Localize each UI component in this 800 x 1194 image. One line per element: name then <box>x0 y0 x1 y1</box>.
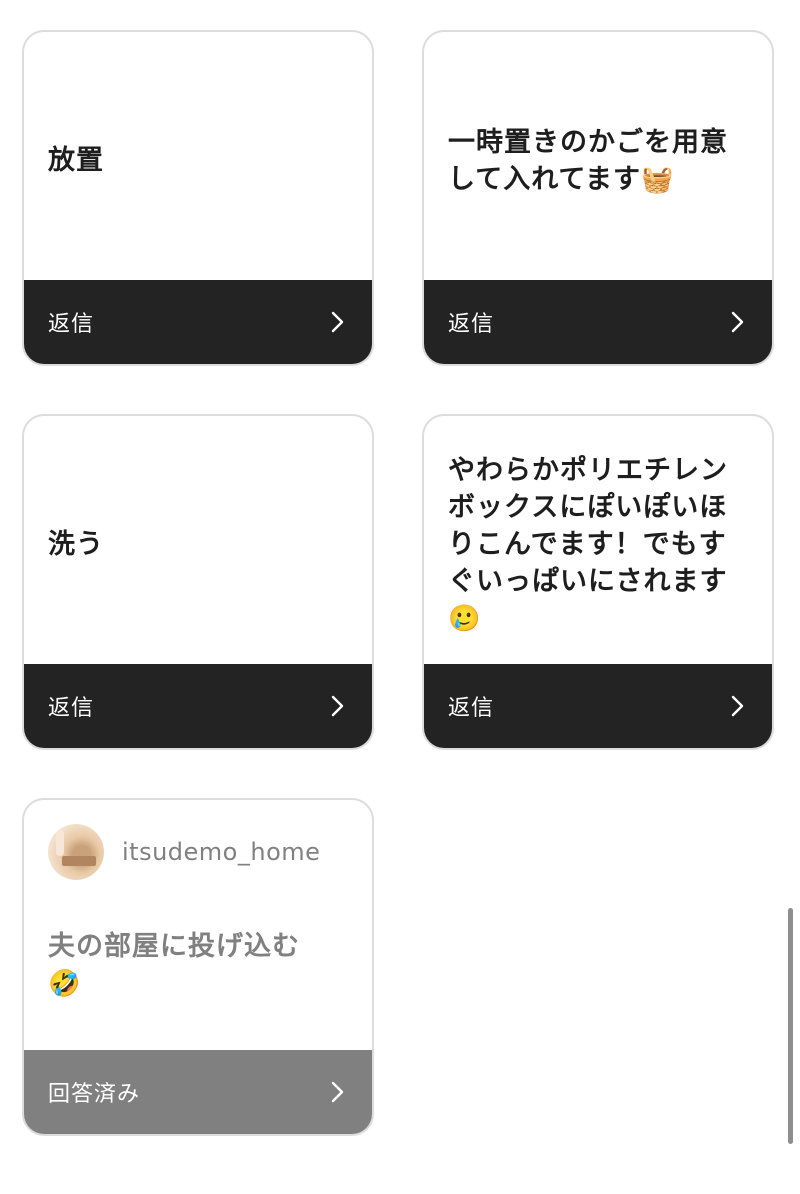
card-text: 夫の部屋に投げ込む 🤣 <box>48 928 352 1003</box>
question-card-3: 洗う 返信 <box>22 414 374 750</box>
username[interactable]: itsudemo_home <box>122 838 320 866</box>
card-text-content: 夫の部屋に投げ込む <box>48 931 300 962</box>
card-emoji: 🥲 <box>448 604 482 634</box>
scrollbar[interactable] <box>788 908 793 1144</box>
card-body: 洗う <box>24 416 372 670</box>
chevron-right-icon <box>331 695 344 717</box>
card-emoji: 🧺 <box>641 164 675 195</box>
question-card-4: やわらかポリエチレンボックスにぽいぽいほりこんでます！でもすぐいっぱいにされます… <box>422 414 774 750</box>
avatar[interactable] <box>48 824 104 880</box>
avatar-lamp-shape <box>56 830 64 856</box>
reply-label: 返信 <box>48 696 95 721</box>
user-row: itsudemo_home <box>48 824 320 880</box>
answered-card: itsudemo_home 夫の部屋に投げ込む 🤣 回答済み <box>22 798 374 1136</box>
card-text: 洗う <box>48 526 104 564</box>
question-card-1: 放置 返信 <box>22 30 374 366</box>
question-card-2: 一時置きのかごを用意して入れてます🧺 返信 <box>422 30 774 366</box>
chevron-right-icon <box>731 311 744 333</box>
reply-label: 返信 <box>448 696 495 721</box>
reply-label: 返信 <box>448 312 495 337</box>
answered-button[interactable]: 回答済み <box>24 1050 372 1134</box>
avatar-table-shape <box>62 856 96 866</box>
reply-label: 返信 <box>48 312 95 337</box>
answered-label: 回答済み <box>48 1082 141 1107</box>
reply-button[interactable]: 返信 <box>24 280 372 364</box>
card-body: 夫の部屋に投げ込む 🤣 <box>48 924 352 1003</box>
chevron-right-icon <box>731 695 744 717</box>
reply-button[interactable]: 返信 <box>424 280 772 364</box>
card-text: 放置 <box>48 142 104 180</box>
card-emoji: 🤣 <box>48 969 82 999</box>
chevron-right-icon <box>331 1081 344 1103</box>
card-text: やわらかポリエチレンボックスにぽいぽいほりこんでます！でもすぐいっぱいにされます… <box>448 452 750 638</box>
card-body: やわらかポリエチレンボックスにぽいぽいほりこんでます！でもすぐいっぱいにされます… <box>424 416 772 670</box>
card-text-content: 一時置きのかごを用意して入れてます <box>448 126 728 195</box>
card-text-content: 洗う <box>48 529 104 560</box>
card-body: 放置 <box>24 32 372 286</box>
reply-button[interactable]: 返信 <box>424 664 772 748</box>
card-text-content: 放置 <box>48 145 104 176</box>
card-text: 一時置きのかごを用意して入れてます🧺 <box>448 124 750 199</box>
reply-button[interactable]: 返信 <box>24 664 372 748</box>
card-body: 一時置きのかごを用意して入れてます🧺 <box>424 32 772 286</box>
card-text-content: やわらかポリエチレンボックスにぽいぽいほりこんでます！でもすぐいっぱいにされます <box>448 455 728 597</box>
chevron-right-icon <box>331 311 344 333</box>
